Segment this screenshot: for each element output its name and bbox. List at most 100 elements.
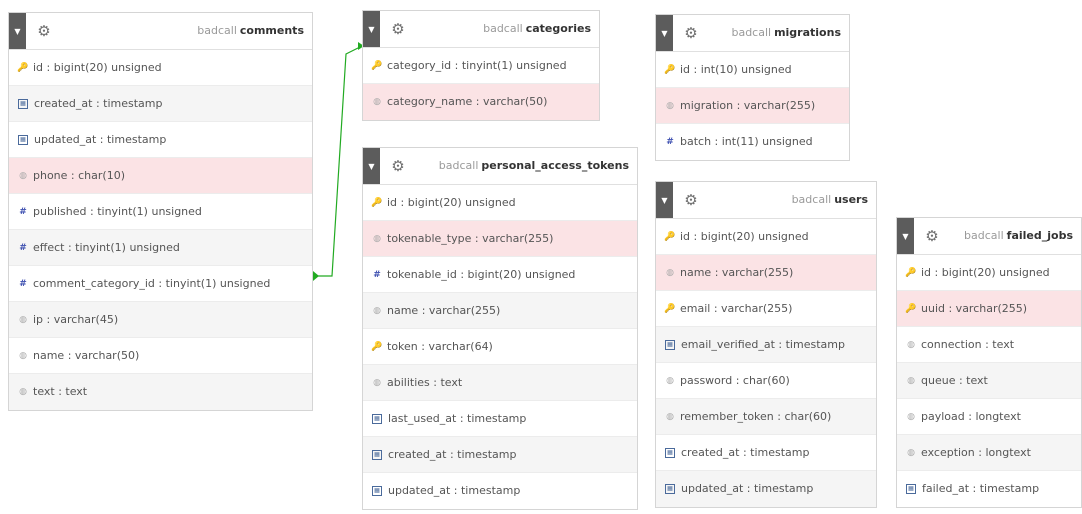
column-row[interactable]: 🔑 category_id : tinyint(1) unsigned [363, 48, 599, 84]
table-migrations[interactable]: ▼ ⚙ badcall migrations 🔑 id : int(10) unsi… [655, 14, 850, 161]
string-icon: ◍ [373, 378, 381, 388]
column-label: remember_token : char(60) [680, 410, 832, 423]
column-row[interactable]: ◍ remember_token : char(60) [656, 399, 876, 435]
gear-icon[interactable]: ⚙ [923, 227, 941, 245]
column-row[interactable]: ◍ password : char(60) [656, 363, 876, 399]
column-row[interactable]: ◍ name : varchar(255) [656, 255, 876, 291]
column-row[interactable]: ▦ updated_at : timestamp [656, 471, 876, 507]
column-row[interactable]: 🔑 uuid : varchar(255) [897, 291, 1081, 327]
column-row[interactable]: 🔑 id : bigint(20) unsigned [656, 219, 876, 255]
column-row[interactable]: 🔑 id : bigint(20) unsigned [363, 185, 637, 221]
table-header[interactable]: ▼ ⚙ badcall failed_jobs [897, 218, 1081, 255]
collapse-toggle-icon[interactable]: ▼ [897, 218, 914, 254]
column-row[interactable]: ◍ phone : char(10) [9, 158, 312, 194]
column-row[interactable]: # effect : tinyint(1) unsigned [9, 230, 312, 266]
collapse-toggle-icon[interactable]: ▼ [656, 15, 673, 51]
database-name: badcall [964, 229, 1004, 242]
table-title: badcall comments [197, 13, 304, 49]
column-row[interactable]: ▦ failed_at : timestamp [897, 471, 1081, 507]
table-name: categories [525, 22, 591, 35]
column-row[interactable]: ▦ email_verified_at : timestamp [656, 327, 876, 363]
column-label: category_name : varchar(50) [387, 95, 548, 108]
column-row[interactable]: ◍ name : varchar(50) [9, 338, 312, 374]
column-row[interactable]: ◍ text : text [9, 374, 312, 410]
string-icon: ◍ [907, 448, 915, 458]
table-header[interactable]: ▼ ⚙ badcall comments [9, 13, 312, 50]
column-row[interactable]: ◍ connection : text [897, 327, 1081, 363]
string-icon: ◍ [666, 268, 674, 278]
key-icon: 🔑 [664, 232, 676, 242]
column-row[interactable]: 🔑 id : bigint(20) unsigned [897, 255, 1081, 291]
column-row[interactable]: ◍ ip : varchar(45) [9, 302, 312, 338]
string-icon: ◍ [19, 351, 27, 361]
column-row[interactable]: ◍ queue : text [897, 363, 1081, 399]
key-icon: 🔑 [17, 63, 29, 73]
database-name: badcall [197, 24, 237, 37]
calendar-icon: ▦ [372, 414, 382, 424]
column-row[interactable]: 🔑 id : bigint(20) unsigned [9, 50, 312, 86]
column-row[interactable]: # batch : int(11) unsigned [656, 124, 849, 160]
column-row[interactable]: 🔑 email : varchar(255) [656, 291, 876, 327]
gear-icon[interactable]: ⚙ [389, 20, 407, 38]
collapse-toggle-icon[interactable]: ▼ [656, 182, 673, 218]
column-row[interactable]: ▦ updated_at : timestamp [9, 122, 312, 158]
number-icon: # [19, 279, 27, 289]
column-row[interactable]: ▦ created_at : timestamp [9, 86, 312, 122]
calendar-icon: ▦ [372, 486, 382, 496]
database-name: badcall [438, 159, 479, 172]
gear-icon[interactable]: ⚙ [389, 157, 407, 175]
gear-icon[interactable]: ⚙ [682, 24, 700, 42]
column-row[interactable]: ◍ migration : varchar(255) [656, 88, 849, 124]
column-list: 🔑 id : bigint(20) unsigned 🔑 uuid : varchar… [897, 255, 1081, 507]
column-row[interactable]: ◍ name : varchar(255) [363, 293, 637, 329]
table-header[interactable]: ▼ ⚙ badcall migrations [656, 15, 849, 52]
column-label: uuid : varchar(255) [921, 302, 1028, 315]
column-row[interactable]: # published : tinyint(1) unsigned [9, 194, 312, 230]
column-row[interactable]: # comment_category_id : tinyint(1) unsign… [9, 266, 312, 302]
table-title: badcall personal_access_tokens [439, 148, 629, 184]
column-label: queue : text [921, 374, 988, 387]
column-row[interactable]: ◍ exception : longtext [897, 435, 1081, 471]
string-icon: ◍ [373, 306, 381, 316]
column-label: published : tinyint(1) unsigned [33, 205, 202, 218]
column-row[interactable]: ◍ abilities : text [363, 365, 637, 401]
column-row[interactable]: ◍ payload : longtext [897, 399, 1081, 435]
column-list: 🔑 id : bigint(20) unsigned ◍ tokenable_type… [363, 185, 637, 509]
collapse-toggle-icon[interactable]: ▼ [9, 13, 26, 49]
column-row[interactable]: ▦ created_at : timestamp [656, 435, 876, 471]
gear-icon[interactable]: ⚙ [682, 191, 700, 209]
string-icon: ◍ [19, 387, 27, 397]
column-label: id : bigint(20) unsigned [921, 266, 1050, 279]
column-label: password : char(60) [680, 374, 790, 387]
table-header[interactable]: ▼ ⚙ badcall categories [363, 11, 599, 48]
gear-icon[interactable]: ⚙ [35, 22, 53, 40]
column-row[interactable]: ◍ tokenable_type : varchar(255) [363, 221, 637, 257]
table-header[interactable]: ▼ ⚙ badcall personal_access_tokens [363, 148, 637, 185]
table-categories[interactable]: ▼ ⚙ badcall categories 🔑 category_id : tin… [362, 10, 600, 121]
column-row[interactable]: ▦ created_at : timestamp [363, 437, 637, 473]
column-row[interactable]: ◍ category_name : varchar(50) [363, 84, 599, 120]
column-label: created_at : timestamp [34, 97, 163, 110]
table-comments[interactable]: ▼ ⚙ badcall comments 🔑 id : bigint(20) uns… [8, 12, 313, 411]
relation-end-arrow [313, 271, 319, 281]
column-list: 🔑 id : int(10) unsigned ◍ migration : varch… [656, 52, 849, 160]
table-failed-jobs[interactable]: ▼ ⚙ badcall failed_jobs 🔑 id : bigint(20) … [896, 217, 1082, 508]
column-row[interactable]: # tokenable_id : bigint(20) unsigned [363, 257, 637, 293]
column-label: payload : longtext [921, 410, 1021, 423]
table-header[interactable]: ▼ ⚙ badcall users [656, 182, 876, 219]
column-label: text : text [33, 385, 88, 398]
column-label: id : bigint(20) unsigned [680, 230, 809, 243]
table-users[interactable]: ▼ ⚙ badcall users 🔑 id : bigint(20) unsign… [655, 181, 877, 508]
collapse-toggle-icon[interactable]: ▼ [363, 11, 380, 47]
column-row[interactable]: 🔑 id : int(10) unsigned [656, 52, 849, 88]
column-row[interactable]: ▦ updated_at : timestamp [363, 473, 637, 509]
table-personal-access-tokens[interactable]: ▼ ⚙ badcall personal_access_tokens 🔑 id : … [362, 147, 638, 510]
collapse-toggle-icon[interactable]: ▼ [363, 148, 380, 184]
column-row[interactable]: ▦ last_used_at : timestamp [363, 401, 637, 437]
string-icon: ◍ [907, 376, 915, 386]
calendar-icon: ▦ [665, 340, 675, 350]
number-icon: # [373, 270, 381, 280]
table-title: badcall failed_jobs [964, 218, 1073, 254]
column-label: last_used_at : timestamp [388, 412, 527, 425]
column-row[interactable]: 🔑 token : varchar(64) [363, 329, 637, 365]
